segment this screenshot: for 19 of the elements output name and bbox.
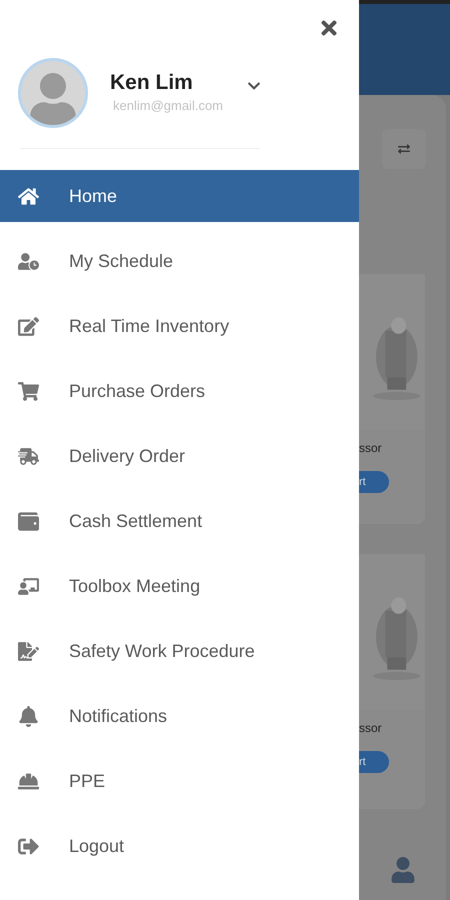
- cart-button[interactable]: rt: [359, 471, 389, 493]
- fast-truck-icon: [17, 446, 39, 466]
- bell-icon: [17, 706, 39, 726]
- wallet-icon: [17, 510, 39, 532]
- cart-button[interactable]: rt: [359, 751, 389, 773]
- product-title: ssor: [359, 720, 383, 737]
- user-name: Ken Lim: [110, 70, 194, 96]
- swap-icon[interactable]: [382, 129, 426, 169]
- hard-hat-icon: [17, 770, 39, 792]
- presentation-icon: [17, 576, 39, 596]
- house-icon: [17, 186, 39, 206]
- user-email: kenlim@gmail.com: [113, 97, 223, 116]
- document-signature-icon: [17, 640, 39, 662]
- menu-item[interactable]: Home: [0, 170, 359, 222]
- product-title: ssor: [359, 440, 383, 457]
- logout-icon: [17, 836, 39, 856]
- document-pen-icon: [17, 316, 39, 336]
- cart-icon: [17, 380, 39, 402]
- user-clock-icon: [17, 250, 39, 272]
